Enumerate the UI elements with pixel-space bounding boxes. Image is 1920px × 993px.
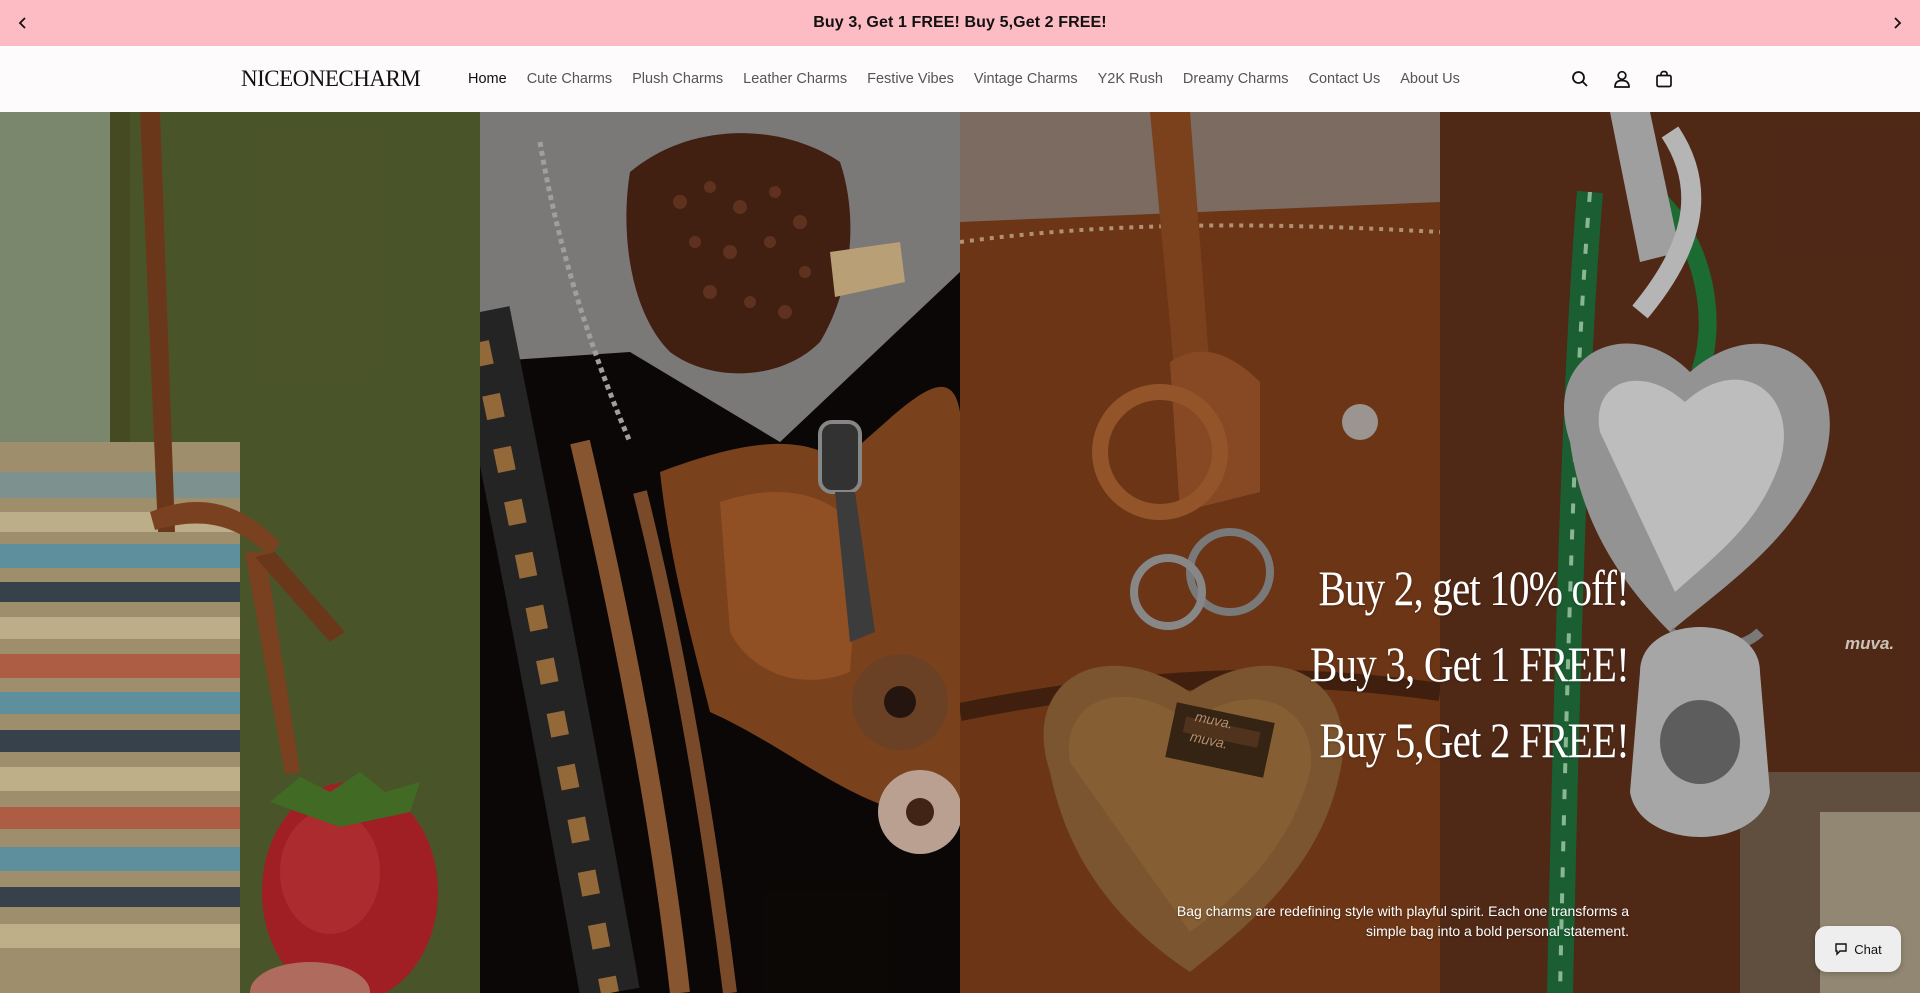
chevron-right-icon xyxy=(1894,17,1902,29)
search-button[interactable] xyxy=(1566,65,1594,93)
announcement-next-button[interactable] xyxy=(1874,0,1920,46)
search-icon xyxy=(1572,71,1588,87)
nav-item-home[interactable]: Home xyxy=(468,71,507,87)
chat-button[interactable]: Chat xyxy=(1815,926,1901,972)
account-icon xyxy=(1614,70,1630,88)
chevron-left-icon xyxy=(18,17,26,29)
nav-item-about-us[interactable]: About Us xyxy=(1400,71,1460,87)
promo-line-3: Buy 5,Get 2 FREE! xyxy=(1319,712,1630,768)
hero-promo-lines: Buy 2, get 10% off! Buy 3, Get 1 FREE! B… xyxy=(1240,550,1630,778)
nav-item-festive-vibes[interactable]: Festive Vibes xyxy=(867,71,954,87)
strawberry-bag-image xyxy=(0,112,480,993)
site-logo[interactable]: NICEONECHARM xyxy=(241,66,421,92)
promo-line-2: Buy 3, Get 1 FREE! xyxy=(1310,636,1630,692)
nav-item-vintage-charms[interactable]: Vintage Charms xyxy=(974,71,1078,87)
announcement-prev-button[interactable] xyxy=(0,0,46,46)
announcement-text: Buy 3, Get 1 FREE! Buy 5,Get 2 FREE! xyxy=(813,14,1107,31)
nav-item-leather-charms[interactable]: Leather Charms xyxy=(743,71,847,87)
chat-label: Chat xyxy=(1854,941,1882,957)
nav-item-contact-us[interactable]: Contact Us xyxy=(1308,71,1380,87)
promo-line-1: Buy 2, get 10% off! xyxy=(1318,560,1630,616)
hero-panel-icecream xyxy=(480,112,960,993)
metal-charm-brand-label: muva. xyxy=(1845,634,1895,653)
icecream-charm-image xyxy=(480,112,960,993)
account-button[interactable] xyxy=(1608,65,1636,93)
hero-banner: muva. muva. muva. Buy 2, get 10% off! Bu… xyxy=(0,112,1920,993)
nav-item-y2k-rush[interactable]: Y2K Rush xyxy=(1098,71,1163,87)
site-header: NICEONECHARM Home Cute Charms Plush Char… xyxy=(0,46,1920,112)
nav-item-cute-charms[interactable]: Cute Charms xyxy=(527,71,612,87)
cart-icon xyxy=(1656,70,1672,88)
header-actions xyxy=(1566,46,1692,112)
hero-panel-strawberry xyxy=(0,112,480,993)
chat-bubble-icon xyxy=(1835,943,1847,956)
main-nav: Home Cute Charms Plush Charms Leather Ch… xyxy=(468,46,1480,112)
announcement-bar: Buy 3, Get 1 FREE! Buy 5,Get 2 FREE! xyxy=(0,0,1920,46)
hero-description: Bag charms are redefining style with pla… xyxy=(1176,903,1629,939)
nav-item-plush-charms[interactable]: Plush Charms xyxy=(632,71,723,87)
nav-item-dreamy-charms[interactable]: Dreamy Charms xyxy=(1183,71,1289,87)
cart-button[interactable] xyxy=(1650,65,1678,93)
